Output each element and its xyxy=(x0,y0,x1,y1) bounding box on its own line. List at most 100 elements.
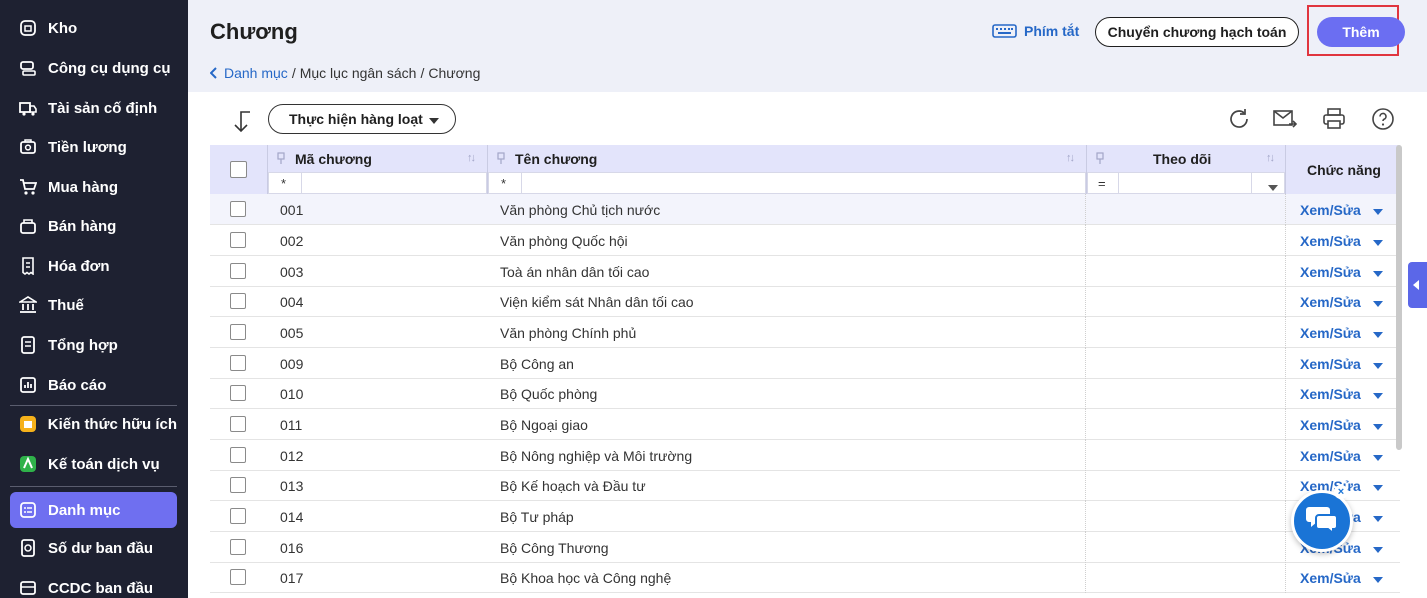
sidebar-item-cong-cu[interactable]: Công cụ dụng cụ xyxy=(10,50,177,86)
sort-icon[interactable]: ↑↓ xyxy=(1066,152,1075,164)
filter-operator[interactable]: * xyxy=(281,176,301,191)
view-edit-link[interactable]: Xem/Sửa xyxy=(1300,386,1361,402)
hotkeys-link[interactable]: Phím tắt xyxy=(992,23,1079,39)
row-checkbox[interactable] xyxy=(230,477,246,493)
sidebar-item-tien-luong[interactable]: Tiền lương xyxy=(10,129,177,165)
caret-down-icon[interactable] xyxy=(1369,202,1387,216)
sidebar-item-hoa-don[interactable]: Hóa đơn xyxy=(10,248,177,284)
row-code: 012 xyxy=(280,448,304,464)
table-row[interactable]: 013 Bộ Kế hoạch và Đầu tư Xem/Sửa xyxy=(210,470,1400,501)
table-row[interactable]: 014 Bộ Tư pháp Xem/Sửa xyxy=(210,501,1400,532)
report-icon xyxy=(18,375,38,395)
pin-icon[interactable] xyxy=(1096,152,1104,165)
column-header-name[interactable]: Tên chương xyxy=(515,145,597,172)
side-panel-toggle[interactable] xyxy=(1408,262,1427,308)
email-send-icon[interactable] xyxy=(1272,106,1298,132)
row-checkbox[interactable] xyxy=(230,447,246,463)
view-edit-link[interactable]: Xem/Sửa xyxy=(1300,417,1361,433)
row-checkbox[interactable] xyxy=(230,232,246,248)
filter-operator[interactable]: * xyxy=(501,176,521,191)
caret-down-icon[interactable] xyxy=(1369,325,1387,339)
sidebar-item-tai-san[interactable]: Tài sản cố định xyxy=(10,90,177,126)
transfer-chapter-button[interactable]: Chuyển chương hạch toán xyxy=(1095,17,1299,47)
table-row[interactable]: 004 Viện kiểm sát Nhân dân tối cao Xem/S… xyxy=(210,286,1400,317)
sidebar-item-thue[interactable]: Thuế xyxy=(10,287,177,323)
table-row[interactable]: 002 Văn phòng Quốc hội Xem/Sửa xyxy=(210,225,1400,256)
table-row[interactable]: 009 Bộ Công an Xem/Sửa xyxy=(210,348,1400,379)
pin-icon[interactable] xyxy=(497,152,505,165)
sidebar-item-kho[interactable]: Kho xyxy=(10,10,177,46)
breadcrumb-link-danh-muc[interactable]: Danh mục xyxy=(210,65,288,81)
close-icon[interactable]: × xyxy=(1334,485,1348,499)
caret-down-icon[interactable] xyxy=(1268,179,1278,194)
table-row[interactable]: 012 Bộ Nông nghiệp và Môi trường Xem/Sửa xyxy=(210,440,1400,471)
table-row[interactable]: 003 Toà án nhân dân tối cao Xem/Sửa xyxy=(210,256,1400,287)
table-row[interactable]: 005 Văn phòng Chính phủ Xem/Sửa xyxy=(210,317,1400,348)
sidebar-item-mua-hang[interactable]: Mua hàng xyxy=(10,169,177,205)
row-checkbox[interactable] xyxy=(230,385,246,401)
sidebar-item-ccdc-ban-dau[interactable]: CCDC ban đầu xyxy=(10,570,177,598)
view-edit-link[interactable]: Xem/Sửa xyxy=(1300,325,1361,341)
sidebar-item-bao-cao[interactable]: Báo cáo xyxy=(10,367,177,403)
view-edit-link[interactable]: Xem/Sửa xyxy=(1300,448,1361,464)
view-edit-link[interactable]: Xem/Sửa xyxy=(1300,264,1361,280)
sort-icon[interactable]: ↑↓ xyxy=(1266,152,1275,164)
filter-operator[interactable]: = xyxy=(1098,176,1118,191)
caret-down-icon[interactable] xyxy=(1369,264,1387,278)
caret-down-icon[interactable] xyxy=(1369,570,1387,584)
view-edit-link[interactable]: Xem/Sửa xyxy=(1300,294,1361,310)
table-row[interactable]: 001 Văn phòng Chủ tịch nước Xem/Sửa xyxy=(210,194,1400,225)
sidebar-item-ke-toan-dich-vu[interactable]: Kế toán dịch vụ xyxy=(10,446,177,482)
view-edit-link[interactable]: Xem/Sửa xyxy=(1300,570,1361,586)
refresh-icon[interactable] xyxy=(1226,106,1252,132)
table-row[interactable]: 017 Bộ Khoa học và Công nghệ Xem/Sửa xyxy=(210,562,1400,593)
sidebar-item-kien-thuc[interactable]: Kiến thức hữu ích xyxy=(10,406,177,442)
table-row[interactable]: 016 Bộ Công Thương Xem/Sửa xyxy=(210,532,1400,563)
row-checkbox[interactable] xyxy=(230,263,246,279)
table-row[interactable]: 010 Bộ Quốc phòng Xem/Sửa xyxy=(210,378,1400,409)
caret-down-icon[interactable] xyxy=(1369,417,1387,431)
caret-down-icon[interactable] xyxy=(1369,509,1387,523)
filter-code[interactable]: * xyxy=(268,172,487,194)
row-checkbox[interactable] xyxy=(230,201,246,217)
column-header-follow[interactable]: Theo dõi xyxy=(1153,145,1211,172)
help-icon[interactable] xyxy=(1370,106,1396,132)
caret-down-icon[interactable] xyxy=(1369,233,1387,247)
row-name: Văn phòng Chính phủ xyxy=(500,325,637,341)
filter-follow[interactable]: = xyxy=(1087,172,1285,194)
row-checkbox[interactable] xyxy=(230,293,246,309)
pin-icon[interactable] xyxy=(277,152,285,165)
table-scrollbar[interactable] xyxy=(1396,145,1402,450)
caret-down-icon[interactable] xyxy=(1369,478,1387,492)
sidebar-item-danh-muc[interactable]: Danh mục xyxy=(10,492,177,528)
corner-arrow-icon[interactable] xyxy=(230,110,252,139)
row-checkbox[interactable] xyxy=(230,416,246,432)
sidebar-item-tong-hop[interactable]: Tổng hợp xyxy=(10,327,177,363)
caret-down-icon[interactable] xyxy=(1369,356,1387,370)
view-edit-link[interactable]: Xem/Sửa xyxy=(1300,356,1361,372)
breadcrumb-middle[interactable]: Mục lục ngân sách xyxy=(300,65,417,81)
caret-down-icon[interactable] xyxy=(1369,294,1387,308)
batch-action-dropdown[interactable]: Thực hiện hàng loạt xyxy=(268,104,456,134)
filter-name[interactable]: * xyxy=(488,172,1086,194)
view-edit-link[interactable]: Xem/Sửa xyxy=(1300,202,1361,218)
row-checkbox[interactable] xyxy=(230,355,246,371)
sidebar-item-so-du-ban-dau[interactable]: Số dư ban đầu xyxy=(10,530,177,566)
breadcrumb-link-label: Danh mục xyxy=(224,65,288,81)
row-checkbox[interactable] xyxy=(230,539,246,555)
print-icon[interactable] xyxy=(1321,106,1347,132)
column-header-code[interactable]: Mã chương xyxy=(295,145,372,172)
sort-icon[interactable]: ↑↓ xyxy=(467,152,476,164)
caret-down-icon[interactable] xyxy=(1369,386,1387,400)
sidebar-item-ban-hang[interactable]: Bán hàng xyxy=(10,208,177,244)
add-button[interactable]: Thêm xyxy=(1317,17,1405,47)
row-checkbox[interactable] xyxy=(230,569,246,585)
caret-down-icon[interactable] xyxy=(1369,448,1387,462)
view-edit-link[interactable]: Xem/Sửa xyxy=(1300,233,1361,249)
row-checkbox[interactable] xyxy=(230,508,246,524)
chat-button[interactable] xyxy=(1291,490,1353,552)
row-name: Bộ Ngoại giao xyxy=(500,417,588,433)
table-row[interactable]: 011 Bộ Ngoại giao Xem/Sửa xyxy=(210,409,1400,440)
caret-down-icon[interactable] xyxy=(1369,540,1387,554)
row-checkbox[interactable] xyxy=(230,324,246,340)
